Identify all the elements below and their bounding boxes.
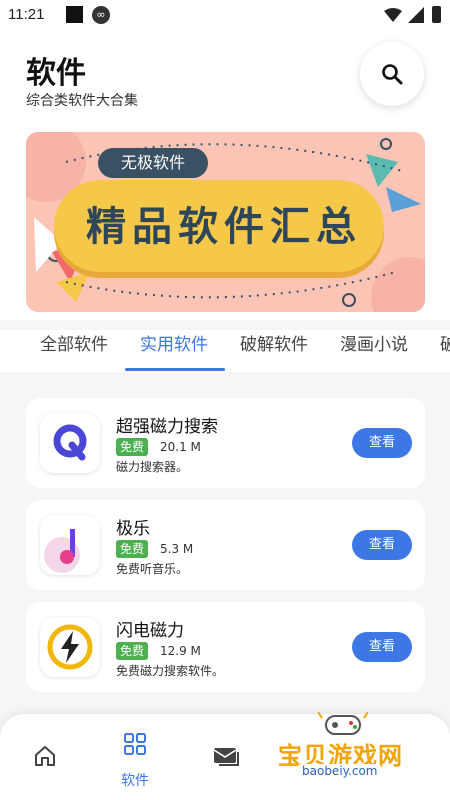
- home-icon: [35, 746, 55, 766]
- status-bar: 11:21 ∞: [0, 0, 450, 30]
- music-note-icon: [40, 515, 100, 575]
- tab-all-software[interactable]: 全部软件: [40, 330, 108, 355]
- promo-banner[interactable]: 无极软件 精品软件汇总: [26, 132, 425, 312]
- nav-software-label: 软件: [121, 773, 149, 789]
- search-button[interactable]: [360, 42, 424, 106]
- price-badge: 免费: [116, 540, 149, 558]
- view-button[interactable]: 查看: [352, 428, 412, 458]
- tab-more[interactable]: 破: [440, 330, 450, 355]
- view-button[interactable]: 查看: [352, 530, 412, 560]
- app-name: 极乐: [116, 519, 150, 539]
- status-time: 11:21: [8, 6, 45, 23]
- watermark-url: baobeiy.com: [298, 764, 382, 778]
- mail-icon: [213, 748, 239, 766]
- battery-icon: [432, 6, 441, 23]
- tab-utility-software[interactable]: 实用软件: [140, 330, 208, 355]
- app-name: 超强磁力搜索: [116, 417, 218, 437]
- app-description: 免费磁力搜索软件。: [116, 664, 225, 678]
- wifi-icon: [384, 8, 402, 22]
- page-title: 软件: [26, 56, 86, 91]
- app-name: 闪电磁力: [116, 621, 184, 641]
- notification-square-icon: [66, 6, 83, 23]
- app-size: 12.9 M: [160, 644, 201, 658]
- app-description: 磁力搜索器。: [116, 460, 189, 474]
- search-icon: [382, 64, 403, 85]
- app-card[interactable]: 超强磁力搜索 免费 20.1 M 磁力搜索器。 查看: [26, 398, 425, 488]
- page-subtitle: 综合类软件大合集: [26, 93, 138, 109]
- lightning-icon: [40, 617, 100, 677]
- page-header: 软件 综合类软件大合集 无极软件 精品软件汇总: [0, 30, 450, 320]
- site-watermark: 宝贝游戏网 baobeiy.com: [278, 710, 428, 780]
- view-button[interactable]: 查看: [352, 632, 412, 662]
- infinity-icon: ∞: [92, 6, 110, 24]
- gamepad-logo: [318, 711, 368, 735]
- tab-comics-novels[interactable]: 漫画小说: [340, 330, 408, 355]
- app-size: 20.1 M: [160, 440, 201, 454]
- app-size: 5.3 M: [160, 542, 194, 556]
- q-magnet-icon: [40, 413, 100, 473]
- app-card[interactable]: 闪电磁力 免费 12.9 M 免费磁力搜索软件。 查看: [26, 602, 425, 692]
- nav-messages[interactable]: [180, 714, 270, 800]
- price-badge: 免费: [116, 438, 149, 456]
- tab-cracked-software[interactable]: 破解软件: [240, 330, 308, 355]
- banner-tag: 无极软件: [98, 148, 208, 178]
- nav-home[interactable]: [0, 714, 90, 800]
- active-tab-indicator: [125, 368, 225, 371]
- price-badge: 免费: [116, 642, 149, 660]
- nav-software[interactable]: 软件: [90, 714, 180, 800]
- banner-headline: 精品软件汇总: [86, 204, 362, 250]
- category-tabs: 全部软件 实用软件 破解软件 漫画小说 破: [0, 330, 450, 372]
- signal-icon: [408, 7, 424, 23]
- app-description: 免费听音乐。: [116, 562, 189, 576]
- grid-icon: [124, 733, 146, 755]
- app-card[interactable]: 极乐 免费 5.3 M 免费听音乐。 查看: [26, 500, 425, 590]
